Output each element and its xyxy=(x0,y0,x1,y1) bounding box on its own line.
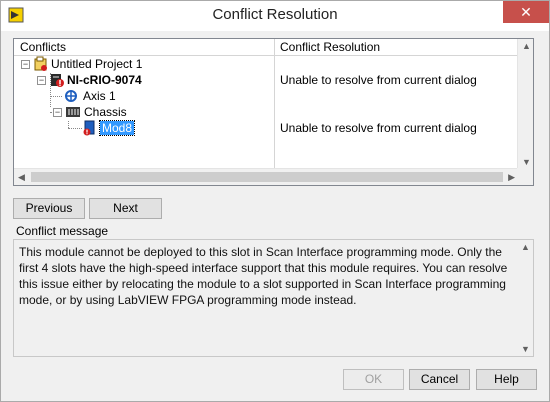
scroll-up-arrow-icon[interactable]: ▲ xyxy=(521,242,530,252)
tree-row-crio-target[interactable]: − NI-cRIO-9074 Unable to resolve from cu… xyxy=(14,72,519,88)
conflict-message-text: This module cannot be deployed to this s… xyxy=(19,245,508,307)
help-button[interactable]: Help xyxy=(476,369,537,390)
next-button[interactable]: Next xyxy=(89,198,162,219)
chassis-icon xyxy=(66,107,80,117)
tree-row-chassis[interactable]: − Chassis xyxy=(14,104,519,120)
scroll-down-arrow-icon[interactable]: ▼ xyxy=(521,344,530,354)
tree-label-selected: Mod8 xyxy=(98,120,136,136)
tree-label: Chassis xyxy=(84,105,127,119)
tree-header: Conflicts Conflict Resolution xyxy=(14,39,519,56)
tree-row-axis[interactable]: Axis 1 xyxy=(14,88,519,104)
column-header-resolution[interactable]: Conflict Resolution xyxy=(280,40,380,54)
project-icon xyxy=(34,56,47,71)
scroll-down-arrow-icon[interactable]: ▼ xyxy=(522,157,531,167)
horizontal-scroll-thumb[interactable] xyxy=(31,172,503,182)
cancel-button[interactable]: Cancel xyxy=(409,369,470,390)
crio-target-error-icon xyxy=(51,74,64,87)
collapse-toggle[interactable]: − xyxy=(37,76,46,85)
module-error-icon xyxy=(83,120,95,136)
column-header-conflicts[interactable]: Conflicts xyxy=(20,40,66,54)
conflict-message-box[interactable]: This module cannot be deployed to this s… xyxy=(13,239,534,357)
scroll-left-arrow-icon[interactable]: ◀ xyxy=(18,172,25,183)
close-button[interactable]: ✕ xyxy=(503,1,549,23)
tree-vertical-scrollbar[interactable]: ▲ ▼ xyxy=(517,39,533,169)
resolution-status: Unable to resolve from current dialog xyxy=(280,73,477,87)
tree-label: NI-cRIO-9074 xyxy=(67,73,142,87)
scroll-up-arrow-icon[interactable]: ▲ xyxy=(522,41,531,51)
tree-label: Untitled Project 1 xyxy=(51,57,143,71)
window-title: Conflict Resolution xyxy=(212,6,338,23)
scroll-right-arrow-icon[interactable]: ▶ xyxy=(508,172,515,183)
conflict-resolution-dialog: Conflict Resolution ✕ Conflicts Conflict… xyxy=(0,0,550,402)
tree-label: Axis 1 xyxy=(83,89,116,103)
collapse-toggle[interactable]: − xyxy=(21,60,30,69)
collapse-toggle[interactable]: − xyxy=(53,108,62,117)
previous-button[interactable]: Previous xyxy=(13,198,85,219)
title-bar[interactable]: Conflict Resolution ✕ xyxy=(1,1,549,31)
tree-row-mod8[interactable]: Mod8 Unable to resolve from current dial… xyxy=(14,120,519,136)
resolution-status: Unable to resolve from current dialog xyxy=(280,121,477,135)
axis-icon xyxy=(65,90,77,102)
conflicts-tree-table[interactable]: Conflicts Conflict Resolution − Untitled… xyxy=(13,38,534,186)
conflict-message-label: Conflict message xyxy=(16,224,109,238)
message-vertical-scrollbar[interactable]: ▲ ▼ xyxy=(517,240,533,356)
tree-horizontal-scrollbar[interactable]: ◀ ▶ xyxy=(14,168,519,185)
scroll-corner xyxy=(517,168,533,185)
ok-button[interactable]: OK xyxy=(343,369,404,390)
tree-row-project[interactable]: − Untitled Project 1 xyxy=(14,56,519,72)
